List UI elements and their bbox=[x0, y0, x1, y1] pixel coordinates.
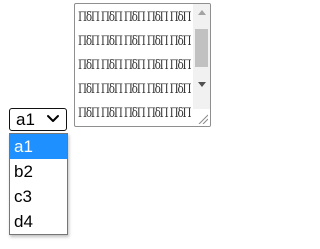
dropdown-selected-value: a1 bbox=[16, 110, 35, 129]
chevron-down-icon bbox=[47, 115, 59, 122]
scrollbar-thumb[interactable] bbox=[195, 29, 208, 67]
triangle-down-icon bbox=[197, 82, 206, 87]
dropdown-listbox[interactable]: a1 b2 c3 d4 bbox=[9, 133, 68, 235]
resize-grip-icon[interactable] bbox=[198, 114, 208, 124]
text-area-line: ΠδΠ ΠδΠ ΠδΠ ΠδΠ ΠδΠ bbox=[78, 58, 191, 73]
text-area-line: ΠδΠ ΠδΠ ΠδΠ ΠδΠ ΠδΠ bbox=[78, 106, 191, 121]
dropdown-option-b2[interactable]: b2 bbox=[10, 159, 67, 184]
text-area[interactable]: ΠδΠ ΠδΠ ΠδΠ ΠδΠ ΠδΠ ΠδΠ ΠδΠ ΠδΠ ΠδΠ ΠδΠ … bbox=[74, 3, 211, 127]
scroll-up-button[interactable] bbox=[193, 4, 210, 21]
dropdown-option-d4[interactable]: d4 bbox=[10, 209, 67, 234]
scroll-down-button[interactable] bbox=[193, 76, 210, 93]
text-area-content[interactable]: ΠδΠ ΠδΠ ΠδΠ ΠδΠ ΠδΠ ΠδΠ ΠδΠ ΠδΠ ΠδΠ ΠδΠ … bbox=[78, 6, 191, 126]
text-area-line: ΠδΠ ΠδΠ ΠδΠ ΠδΠ ΠδΠ bbox=[78, 10, 191, 25]
text-area-line: ΠδΠ ΠδΠ ΠδΠ ΠδΠ ΠδΠ bbox=[78, 82, 191, 97]
dropdown-option-c3[interactable]: c3 bbox=[10, 184, 67, 209]
dropdown-option-a1[interactable]: a1 bbox=[10, 134, 67, 159]
scrollbar-corner bbox=[193, 109, 210, 126]
vertical-scrollbar[interactable] bbox=[193, 4, 210, 109]
triangle-up-icon bbox=[197, 10, 206, 15]
dropdown-select[interactable]: a1 bbox=[9, 108, 67, 131]
text-area-line: ΠδΠ ΠδΠ ΠδΠ ΠδΠ ΠδΠ bbox=[78, 34, 191, 49]
